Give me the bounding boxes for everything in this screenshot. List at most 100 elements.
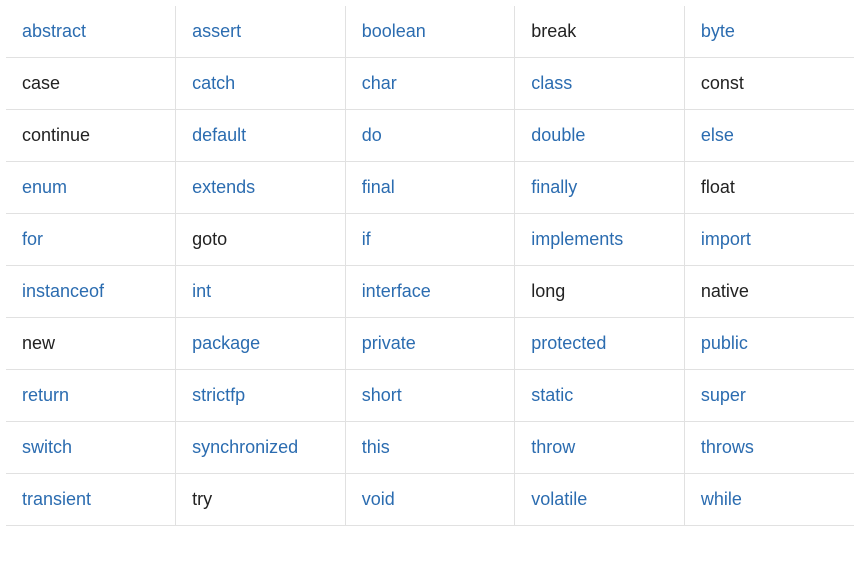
keyword-cell-protected[interactable]: protected: [515, 318, 685, 370]
keyword-cell-while[interactable]: while: [684, 474, 854, 526]
keyword-text-float: float: [701, 177, 735, 197]
keyword-link-return[interactable]: return: [22, 385, 69, 405]
keyword-cell-boolean[interactable]: boolean: [345, 6, 515, 58]
keyword-cell-volatile[interactable]: volatile: [515, 474, 685, 526]
keyword-cell-catch[interactable]: catch: [176, 58, 346, 110]
table-row: transient try void volatile while: [6, 474, 854, 526]
keyword-cell-import[interactable]: import: [684, 214, 854, 266]
keyword-link-char[interactable]: char: [362, 73, 397, 93]
keyword-link-synchronized[interactable]: synchronized: [192, 437, 298, 457]
keyword-link-do[interactable]: do: [362, 125, 382, 145]
table-row: abstract assert boolean break byte: [6, 6, 854, 58]
keyword-link-package[interactable]: package: [192, 333, 260, 353]
keyword-cell-void[interactable]: void: [345, 474, 515, 526]
keyword-link-this[interactable]: this: [362, 437, 390, 457]
keyword-link-while[interactable]: while: [701, 489, 742, 509]
keyword-cell-transient[interactable]: transient: [6, 474, 176, 526]
keyword-cell-private[interactable]: private: [345, 318, 515, 370]
keyword-cell-class[interactable]: class: [515, 58, 685, 110]
keyword-cell-synchronized[interactable]: synchronized: [176, 422, 346, 474]
keyword-link-public[interactable]: public: [701, 333, 748, 353]
keyword-link-int[interactable]: int: [192, 281, 211, 301]
table-row: continue default do double else: [6, 110, 854, 162]
keyword-cell-abstract[interactable]: abstract: [6, 6, 176, 58]
keyword-link-instanceof[interactable]: instanceof: [22, 281, 104, 301]
keyword-link-strictfp[interactable]: strictfp: [192, 385, 245, 405]
keyword-link-import[interactable]: import: [701, 229, 751, 249]
keyword-link-volatile[interactable]: volatile: [531, 489, 587, 509]
table-row: for gotoif implements import: [6, 214, 854, 266]
keyword-link-extends[interactable]: extends: [192, 177, 255, 197]
keyword-link-final[interactable]: final: [362, 177, 395, 197]
keyword-link-throw[interactable]: throw: [531, 437, 575, 457]
keyword-text-case: case: [22, 73, 60, 93]
keyword-link-finally[interactable]: finally: [531, 177, 577, 197]
keyword-cell-extends[interactable]: extends: [176, 162, 346, 214]
keyword-link-default[interactable]: default: [192, 125, 246, 145]
keyword-cell-goto: goto: [176, 214, 346, 266]
keyword-cell-long: long: [515, 266, 685, 318]
keyword-cell-int[interactable]: int: [176, 266, 346, 318]
keyword-text-long: long: [531, 281, 565, 301]
keyword-cell-short[interactable]: short: [345, 370, 515, 422]
keyword-link-transient[interactable]: transient: [22, 489, 91, 509]
keyword-link-abstract[interactable]: abstract: [22, 21, 86, 41]
keyword-link-throws[interactable]: throws: [701, 437, 754, 457]
keyword-cell-implements[interactable]: implements: [515, 214, 685, 266]
keyword-cell-default[interactable]: default: [176, 110, 346, 162]
keyword-link-implements[interactable]: implements: [531, 229, 623, 249]
keyword-cell-do[interactable]: do: [345, 110, 515, 162]
keyword-link-boolean[interactable]: boolean: [362, 21, 426, 41]
keyword-cell-if[interactable]: if: [345, 214, 515, 266]
keyword-link-byte[interactable]: byte: [701, 21, 735, 41]
keyword-link-static[interactable]: static: [531, 385, 573, 405]
keyword-cell-const: const: [684, 58, 854, 110]
keyword-link-for[interactable]: for: [22, 229, 43, 249]
keyword-cell-package[interactable]: package: [176, 318, 346, 370]
table-row: switch synchronized this throw throws: [6, 422, 854, 474]
keyword-cell-throws[interactable]: throws: [684, 422, 854, 474]
keyword-link-else[interactable]: else: [701, 125, 734, 145]
keyword-cell-switch[interactable]: switch: [6, 422, 176, 474]
keyword-link-switch[interactable]: switch: [22, 437, 72, 457]
keyword-text-break: break: [531, 21, 576, 41]
keyword-cell-byte[interactable]: byte: [684, 6, 854, 58]
keyword-cell-finally[interactable]: finally: [515, 162, 685, 214]
keyword-cell-static[interactable]: static: [515, 370, 685, 422]
keyword-link-protected[interactable]: protected: [531, 333, 606, 353]
keyword-link-void[interactable]: void: [362, 489, 395, 509]
keyword-cell-return[interactable]: return: [6, 370, 176, 422]
keyword-cell-super[interactable]: super: [684, 370, 854, 422]
keyword-cell-break: break: [515, 6, 685, 58]
keyword-cell-final[interactable]: final: [345, 162, 515, 214]
keyword-cell-for[interactable]: for: [6, 214, 176, 266]
keyword-link-if[interactable]: if: [362, 229, 371, 249]
keyword-link-short[interactable]: short: [362, 385, 402, 405]
keyword-cell-strictfp[interactable]: strictfp: [176, 370, 346, 422]
table-row: enum extends final finally float: [6, 162, 854, 214]
keyword-cell-double[interactable]: double: [515, 110, 685, 162]
keyword-cell-enum[interactable]: enum: [6, 162, 176, 214]
keyword-cell-else[interactable]: else: [684, 110, 854, 162]
keyword-link-double[interactable]: double: [531, 125, 585, 145]
keyword-cell-throw[interactable]: throw: [515, 422, 685, 474]
keyword-link-assert[interactable]: assert: [192, 21, 241, 41]
keyword-link-catch[interactable]: catch: [192, 73, 235, 93]
table-row: newpackageprivateprotectedpublic: [6, 318, 854, 370]
keyword-cell-assert[interactable]: assert: [176, 6, 346, 58]
keyword-cell-instanceof[interactable]: instanceof: [6, 266, 176, 318]
keyword-cell-interface[interactable]: interface: [345, 266, 515, 318]
keyword-link-private[interactable]: private: [362, 333, 416, 353]
keyword-cell-public[interactable]: public: [684, 318, 854, 370]
keyword-link-super[interactable]: super: [701, 385, 746, 405]
keyword-link-enum[interactable]: enum: [22, 177, 67, 197]
keyword-cell-case: case: [6, 58, 176, 110]
keyword-cell-try: try: [176, 474, 346, 526]
keyword-cell-char[interactable]: char: [345, 58, 515, 110]
keyword-link-interface[interactable]: interface: [362, 281, 431, 301]
keyword-cell-continue: continue: [6, 110, 176, 162]
table-row: return strictfp short static super: [6, 370, 854, 422]
keyword-link-class[interactable]: class: [531, 73, 572, 93]
keyword-text-try: try: [192, 489, 212, 509]
keyword-cell-this[interactable]: this: [345, 422, 515, 474]
